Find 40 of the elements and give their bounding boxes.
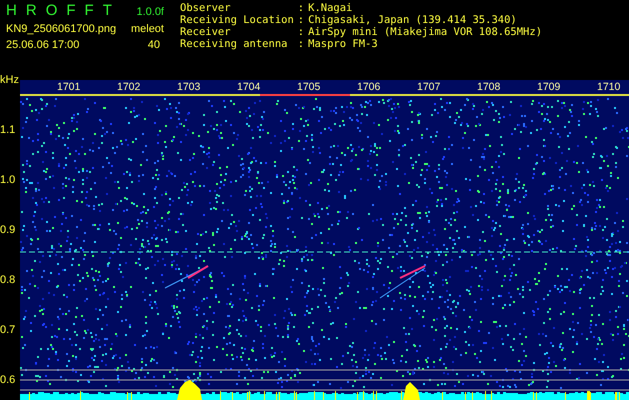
info-colon: :	[298, 38, 304, 50]
count-value: 40	[148, 39, 160, 51]
info-colon: :	[298, 14, 304, 26]
count-label: meleot	[130, 23, 164, 35]
time-label: 1702	[117, 81, 140, 93]
app-title-letter: T	[102, 2, 112, 19]
app-title-letter: O	[46, 2, 58, 19]
app-title-letter: F	[66, 2, 76, 19]
axis-label: 1.0	[0, 174, 16, 186]
version-text: 1.0.0f	[136, 6, 164, 18]
info-value: AirSpy mini (Miakejima VOR 108.65MHz)	[308, 26, 542, 38]
info-value: K.Nagai	[308, 2, 354, 14]
info-label: Receiving Location	[180, 14, 294, 26]
axis-label: 0.9	[0, 224, 16, 236]
info-label: Observer	[180, 2, 232, 14]
time-label: 1705	[297, 81, 320, 93]
app-title-letter: R	[26, 2, 37, 19]
time-label: 1701	[57, 81, 80, 93]
info-label: Receiving antenna	[180, 38, 288, 50]
axis-label: 0.7	[0, 324, 16, 336]
time-label: 1707	[417, 81, 440, 93]
time-label: 1706	[357, 81, 380, 93]
axis-label: 0.8	[0, 274, 16, 286]
info-value: Chigasaki, Japan (139.414 35.340)	[308, 14, 518, 26]
info-label: Receiver	[180, 26, 232, 38]
axis-label: 0.6	[0, 374, 16, 386]
info-value: Maspro FM-3	[308, 38, 379, 50]
app-title-letter: F	[84, 2, 94, 19]
time-label: 1704	[237, 81, 260, 93]
time-label: 1708	[477, 81, 500, 93]
axis-unit: kHz	[0, 74, 19, 86]
axis-label: 1.1	[0, 124, 16, 136]
time-label: 1710	[597, 81, 620, 93]
info-colon: :	[298, 26, 304, 38]
filename-text: KN9_2506061700.png	[6, 23, 116, 35]
time-label: 1709	[537, 81, 560, 93]
time-label: 1703	[177, 81, 200, 93]
info-colon: :	[298, 2, 304, 14]
datetime-text: 25.06.06 17:00	[6, 39, 80, 51]
app-title-letter: H	[6, 2, 17, 19]
